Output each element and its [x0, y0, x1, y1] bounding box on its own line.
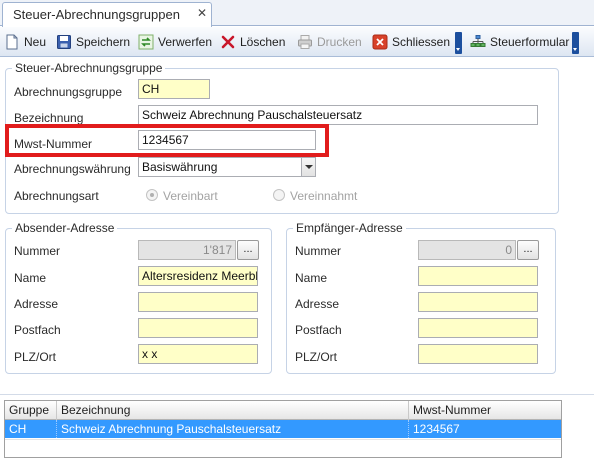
close-button-label: Schliessen	[392, 35, 451, 49]
cell-gruppe[interactable]: CH	[5, 420, 57, 438]
currency-value: Basiswährung	[142, 160, 218, 174]
code-label: Abrechnungsgruppe	[14, 85, 123, 99]
close-red-square-icon	[372, 34, 388, 50]
delete-button[interactable]: Löschen	[220, 30, 285, 54]
recipient-address-field[interactable]	[418, 292, 538, 312]
radio-vereinbart[interactable]	[146, 189, 158, 201]
sender-pobox-field[interactable]	[138, 318, 258, 338]
highlight-box	[5, 124, 329, 157]
sender-pobox-label: Postfach	[14, 323, 61, 337]
grid-header: Gruppe Bezeichnung Mwst-Nummer	[5, 401, 561, 420]
radio-vereinnahmt[interactable]	[273, 189, 285, 201]
recipient-pobox-label: Postfach	[295, 323, 342, 337]
group-title-sender: Absender-Adresse	[12, 221, 118, 235]
recipient-address-label: Adresse	[295, 297, 340, 311]
code-field[interactable]: CH	[138, 79, 210, 99]
grid-empty-area	[5, 439, 561, 457]
splitter[interactable]	[0, 394, 594, 395]
recipient-lookup-button[interactable]: ...	[517, 240, 539, 260]
new-button-label: Neu	[24, 35, 47, 49]
sender-zip-field[interactable]: x x	[138, 344, 258, 364]
recipient-number-label: Nummer	[295, 244, 342, 258]
tab-title: Steuer-Abrechnungsgruppen	[13, 7, 180, 22]
discard-arrows-icon	[138, 34, 154, 50]
discard-button[interactable]: Verwerfen	[138, 30, 212, 54]
toolbar: Neu Speichern Verwerfen Löschen Drucken …	[0, 27, 594, 57]
sender-address-label: Adresse	[14, 297, 59, 311]
recipient-pobox-field[interactable]	[418, 318, 538, 338]
delete-x-icon	[220, 34, 236, 50]
sender-name-label: Name	[14, 271, 47, 285]
print-button-label: Drucken	[317, 35, 362, 49]
recipient-zip-label: PLZ/Ort	[295, 350, 338, 364]
cell-bezeichnung[interactable]: Schweiz Abrechnung Pauschalsteuersatz	[57, 420, 409, 438]
name-field[interactable]: Schweiz Abrechnung Pauschalsteuersatz	[138, 105, 538, 125]
tax-form-tree-icon	[470, 34, 486, 50]
sender-address-field[interactable]	[138, 292, 258, 312]
groups-grid: Gruppe Bezeichnung Mwst-Nummer CH Schwei…	[4, 400, 562, 458]
name-label: Bezeichnung	[14, 111, 84, 125]
delete-button-label: Löschen	[240, 35, 286, 49]
type-label: Abrechnungsart	[14, 189, 99, 203]
radio-vereinbart-label: Vereinbart	[163, 189, 218, 203]
new-document-icon	[4, 34, 20, 50]
sender-lookup-button[interactable]: ...	[237, 240, 259, 260]
print-button[interactable]: Drucken	[297, 30, 362, 54]
currency-select[interactable]: Basiswährung	[138, 157, 316, 177]
save-button[interactable]: Speichern	[56, 30, 130, 54]
printer-icon	[297, 34, 313, 50]
sender-number-field[interactable]: 1'817	[138, 240, 236, 260]
sender-name-field[interactable]: Altersresidenz Meerblick	[138, 266, 258, 286]
recipient-name-field[interactable]	[418, 266, 538, 286]
sender-number-label: Nummer	[14, 244, 61, 258]
column-header-mwst-nummer[interactable]: Mwst-Nummer	[409, 401, 561, 420]
tab-close-icon[interactable]: ✕	[197, 6, 207, 20]
recipient-zip-field[interactable]	[418, 344, 538, 364]
column-header-gruppe[interactable]: Gruppe	[5, 401, 57, 420]
sender-zip-label: PLZ/Ort	[14, 350, 57, 364]
save-button-label: Speichern	[76, 35, 131, 49]
currency-label: Abrechnungswährung	[14, 162, 131, 176]
group-title-recipient: Empfänger-Adresse	[293, 221, 406, 235]
save-disk-icon	[56, 34, 72, 50]
close-button[interactable]: Schliessen	[372, 30, 450, 54]
column-header-bezeichnung[interactable]: Bezeichnung	[57, 401, 409, 420]
group-title-main: Steuer-Abrechnungsgruppe	[12, 61, 166, 75]
tax-form-button-label: Steuerformular	[490, 35, 570, 49]
radio-vereinnahmt-label: Vereinnahmt	[290, 189, 358, 203]
chevron-down-icon[interactable]	[301, 158, 315, 176]
discard-button-label: Verwerfen	[158, 35, 213, 49]
recipient-number-field[interactable]: 0	[418, 240, 516, 260]
table-row[interactable]: CH Schweiz Abrechnung Pauschalsteuersatz…	[5, 420, 561, 438]
new-button[interactable]: Neu	[4, 30, 46, 54]
cell-mwst-nummer[interactable]: 1234567	[409, 420, 561, 438]
tax-form-button[interactable]: Steuerformular	[470, 30, 569, 54]
toolbar-overflow-dropdown-2[interactable]	[572, 32, 579, 54]
toolbar-overflow-dropdown[interactable]	[455, 32, 462, 54]
tab-steuer-abrechnungsgruppen[interactable]: Steuer-Abrechnungsgruppen ✕	[2, 2, 212, 27]
recipient-name-label: Name	[295, 271, 328, 285]
